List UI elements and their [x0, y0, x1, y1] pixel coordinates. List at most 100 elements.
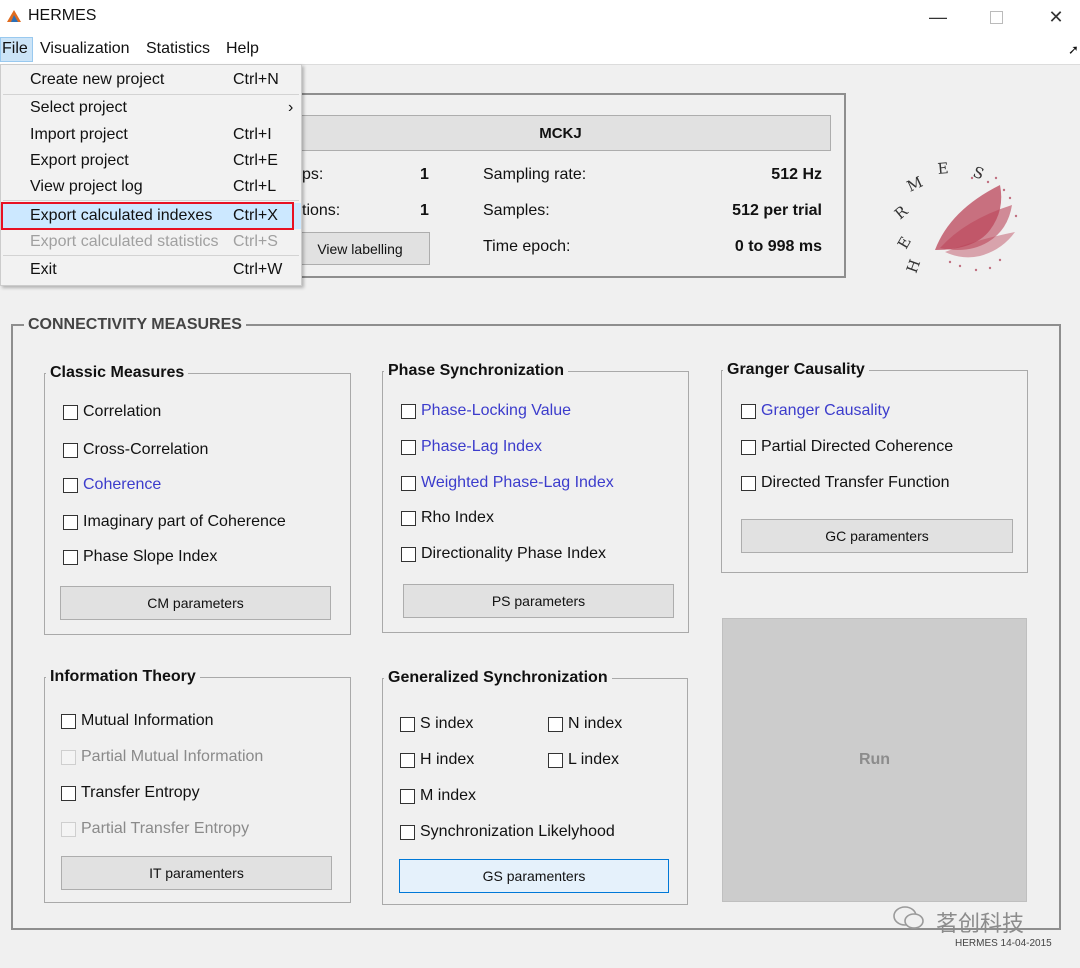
- menu-item-view-project-log[interactable]: View project log Ctrl+L: [1, 174, 301, 200]
- checkbox-granger-causality[interactable]: Granger Causality: [741, 402, 890, 420]
- project-info-label-2: tions:: [302, 202, 341, 219]
- checkbox-m-index[interactable]: M index: [400, 787, 476, 805]
- checkbox-box[interactable]: [741, 475, 756, 491]
- checkbox-box[interactable]: [63, 549, 78, 565]
- menu-item-create-new-project[interactable]: Create new project Ctrl+N: [1, 67, 301, 93]
- view-labelling-button[interactable]: View labelling: [290, 232, 430, 265]
- checkbox-label: Rho Index: [421, 509, 494, 526]
- logo-letter: H: [903, 257, 924, 275]
- checkbox-box: [61, 821, 76, 837]
- close-icon[interactable]: ✕: [1026, 0, 1080, 34]
- sampling-rate-label: Sampling rate:: [483, 166, 587, 183]
- checkbox-box[interactable]: [548, 752, 563, 768]
- checkbox-synchronization-likelyhood[interactable]: Synchronization Likelyhood: [400, 823, 615, 841]
- logo-letter: S: [971, 163, 987, 183]
- checkbox-box[interactable]: [61, 713, 76, 729]
- checkbox-weighted-phase-lag-index[interactable]: Weighted Phase-Lag Index: [401, 474, 614, 492]
- menu-item-export-calculated-statistics: Export calculated statistics Ctrl+S: [1, 229, 301, 255]
- project-info-label-1: ps:: [302, 166, 324, 183]
- checkbox-coherence[interactable]: Coherence: [63, 476, 161, 494]
- it-parameters-button[interactable]: IT paramenters: [61, 856, 332, 890]
- checkbox-box[interactable]: [741, 439, 756, 455]
- gc-parameters-button[interactable]: GC paramenters: [741, 519, 1013, 553]
- checkbox-phase-lag-index[interactable]: Phase-Lag Index: [401, 438, 542, 456]
- sampling-rate-value: 512 Hz: [771, 166, 822, 183]
- checkbox-box[interactable]: [63, 404, 78, 420]
- logo-letter: R: [891, 202, 912, 224]
- checkbox-box[interactable]: [401, 510, 416, 526]
- time-epoch-value: 0 to 998 ms: [734, 238, 822, 255]
- menu-item-shortcut: Ctrl+W: [233, 261, 283, 278]
- checkbox-rho-index[interactable]: Rho Index: [401, 509, 494, 527]
- checkbox-cross-correlation[interactable]: Cross-Correlation: [63, 441, 208, 459]
- checkbox-correlation[interactable]: Correlation: [63, 403, 161, 421]
- checkbox-label: H index: [420, 751, 475, 768]
- logo-letter: M: [904, 173, 926, 196]
- checkbox-box[interactable]: [63, 514, 78, 530]
- samples-label: Samples:: [483, 202, 550, 219]
- version-label: HERMES 14-04-2015: [955, 938, 1052, 949]
- watermark-text: 茗创科技: [936, 912, 1025, 937]
- menu-item-export-project[interactable]: Export project Ctrl+E: [1, 148, 301, 174]
- project-info-value-2: 1: [420, 202, 429, 219]
- checkbox-box[interactable]: [741, 403, 756, 419]
- checkbox-mutual-information[interactable]: Mutual Information: [61, 712, 214, 730]
- menu-item-label: View project log: [30, 178, 143, 195]
- checkbox-label: Partial Mutual Information: [81, 748, 264, 765]
- wechat-icon: [892, 904, 926, 932]
- project-name-button[interactable]: MCKJ: [290, 115, 831, 151]
- checkbox-label: N index: [568, 715, 623, 732]
- checkbox-l-index[interactable]: L index: [548, 751, 619, 769]
- checkbox-box[interactable]: [63, 442, 78, 458]
- toolbar-arrow-icon[interactable]: ➚: [1068, 42, 1079, 58]
- menu-statistics[interactable]: Statistics: [146, 40, 210, 58]
- menu-item-exit[interactable]: Exit Ctrl+W: [1, 257, 301, 283]
- menu-help[interactable]: Help: [226, 40, 259, 58]
- checkbox-label: Partial Transfer Entropy: [81, 820, 250, 837]
- checkbox-label: Cross-Correlation: [83, 441, 209, 458]
- checkbox-box[interactable]: [548, 716, 563, 732]
- checkbox-label: S index: [420, 715, 474, 732]
- menu-separator: [3, 255, 299, 256]
- checkbox-n-index[interactable]: N index: [548, 715, 622, 733]
- checkbox-label: Partial Directed Coherence: [761, 438, 954, 455]
- checkbox-box[interactable]: [401, 546, 416, 562]
- checkbox-box[interactable]: [401, 403, 416, 419]
- checkbox-imaginary-coherence[interactable]: Imaginary part of Coherence: [63, 513, 286, 531]
- cm-parameters-button[interactable]: CM parameters: [60, 586, 331, 620]
- checkbox-phase-locking-value[interactable]: Phase-Locking Value: [401, 402, 571, 420]
- gs-parameters-button[interactable]: GS paramenters: [399, 859, 669, 893]
- logo-letter: E: [937, 159, 949, 178]
- minimize-icon[interactable]: —: [908, 0, 968, 34]
- ps-parameters-button[interactable]: PS parameters: [403, 584, 674, 618]
- menu-visualization[interactable]: Visualization: [40, 40, 130, 58]
- checkbox-label: Weighted Phase-Lag Index: [421, 474, 614, 491]
- checkbox-box[interactable]: [401, 475, 416, 491]
- checkbox-box[interactable]: [401, 439, 416, 455]
- checkbox-box[interactable]: [400, 716, 415, 732]
- checkbox-directionality-phase-index[interactable]: Directionality Phase Index: [401, 545, 606, 563]
- menu-item-import-project[interactable]: Import project Ctrl+I: [1, 122, 301, 148]
- checkbox-s-index[interactable]: S index: [400, 715, 473, 733]
- checkbox-label: Directionality Phase Index: [421, 545, 606, 562]
- submenu-arrow-icon: ›: [288, 99, 294, 116]
- checkbox-transfer-entropy[interactable]: Transfer Entropy: [61, 784, 200, 802]
- checkbox-directed-transfer-function[interactable]: Directed Transfer Function: [741, 474, 950, 492]
- run-button[interactable]: Run: [722, 618, 1027, 902]
- checkbox-box[interactable]: [400, 788, 415, 804]
- checkbox-box[interactable]: [400, 824, 415, 840]
- menu-file[interactable]: File: [2, 40, 28, 58]
- checkbox-label: Mutual Information: [81, 712, 214, 729]
- checkbox-box[interactable]: [63, 477, 78, 493]
- maximize-icon[interactable]: [966, 0, 1026, 34]
- checkbox-label: Granger Causality: [761, 402, 890, 419]
- checkbox-partial-directed-coherence[interactable]: Partial Directed Coherence: [741, 438, 953, 456]
- checkbox-box[interactable]: [400, 752, 415, 768]
- checkbox-phase-slope-index[interactable]: Phase Slope Index: [63, 548, 217, 566]
- connectivity-title: CONNECTIVITY MEASURES: [24, 316, 246, 334]
- checkbox-box[interactable]: [61, 785, 76, 801]
- checkbox-label: Phase-Locking Value: [421, 402, 572, 419]
- checkbox-h-index[interactable]: H index: [400, 751, 474, 769]
- menu-item-select-project[interactable]: Select project ›: [1, 95, 301, 121]
- checkbox-label: M index: [420, 787, 477, 804]
